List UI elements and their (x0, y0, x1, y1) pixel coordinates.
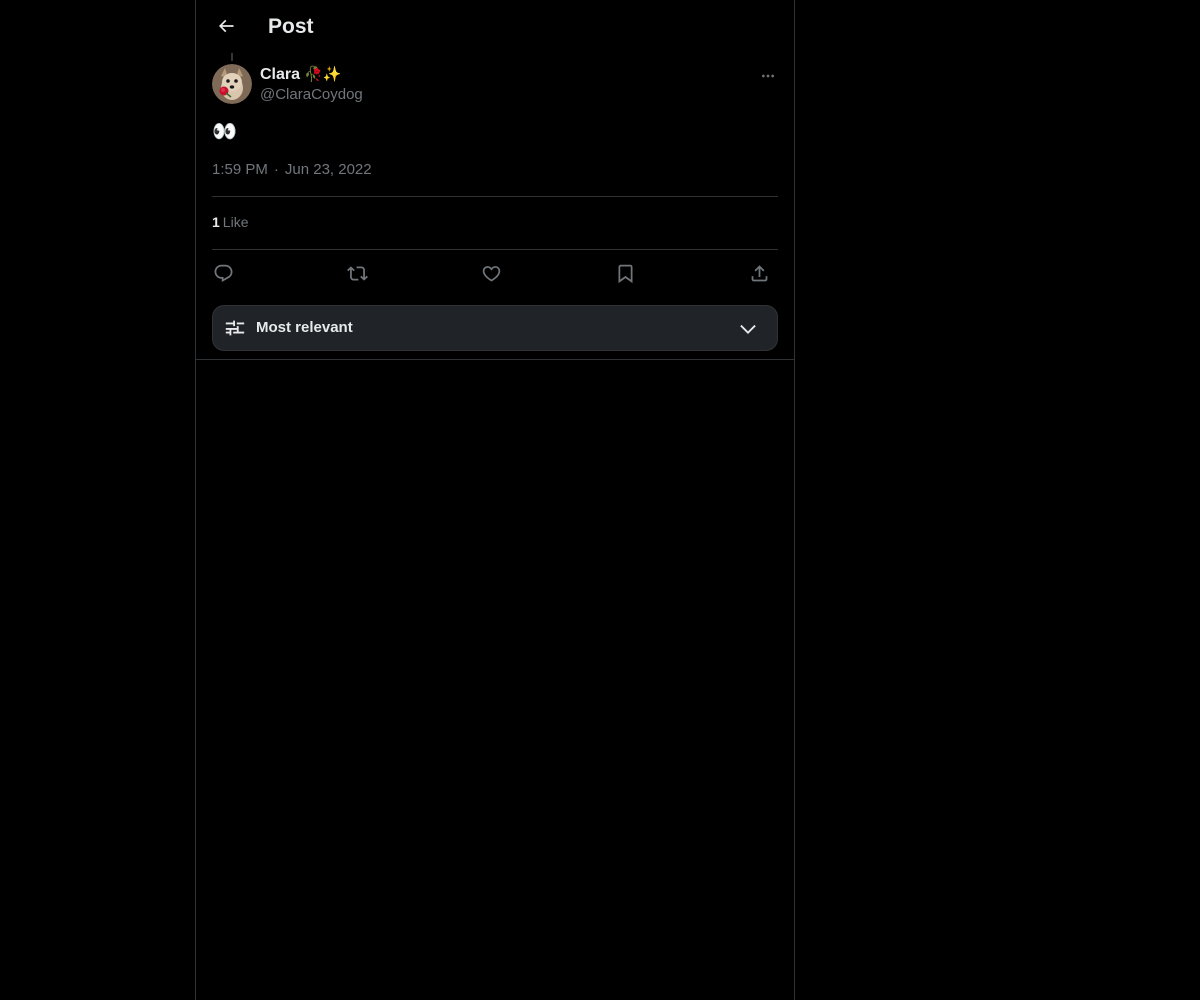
author-name-row: Clara 🥀✨ (260, 64, 341, 86)
thread-line (231, 53, 233, 61)
page-header: Post (196, 0, 794, 53)
likes-stat[interactable]: 1 Like (212, 214, 248, 230)
share-icon (751, 264, 767, 281)
section-divider (196, 359, 794, 360)
heart-icon (482, 265, 500, 282)
like-button[interactable] (476, 258, 506, 288)
post-time[interactable]: 1:59 PM (212, 161, 268, 178)
reply-button[interactable] (208, 258, 238, 288)
reply-icon (214, 264, 232, 282)
chevron-down-icon (737, 318, 759, 340)
author-name-emojis: 🥀✨ (304, 66, 342, 83)
arrow-left-icon (218, 19, 234, 33)
action-bar (212, 258, 778, 288)
repost-button[interactable] (342, 258, 372, 288)
divider-bottom (212, 249, 778, 250)
more-dots-icon (762, 74, 774, 78)
repost-icon (346, 265, 368, 281)
sort-replies-dropdown[interactable]: Most relevant (212, 305, 778, 351)
bookmark-icon (618, 264, 632, 283)
meta-separator: · (273, 161, 279, 178)
avatar[interactable] (212, 64, 252, 104)
post-text: 👀 (212, 121, 237, 143)
author-handle[interactable]: @ClaraCoydog (260, 86, 363, 103)
divider-top (212, 196, 778, 197)
post-meta: 1:59 PM · Jun 23, 2022 (212, 161, 372, 178)
main-column: Post Clara 🥀✨ @ClaraCoydog 👀 1:59 PM · J… (195, 0, 795, 1000)
bookmark-button[interactable] (610, 258, 640, 288)
page-title: Post (268, 15, 314, 38)
sliders-icon (224, 317, 246, 339)
likes-label: Like (222, 214, 249, 230)
author-display-name[interactable]: Clara (260, 66, 300, 84)
share-button[interactable] (744, 258, 774, 288)
likes-count: 1 (212, 214, 220, 230)
sort-label: Most relevant (256, 319, 353, 336)
back-button[interactable] (208, 8, 244, 44)
avatar-dog-icon (212, 64, 252, 104)
post-date[interactable]: Jun 23, 2022 (285, 161, 372, 178)
more-options-button[interactable] (754, 62, 782, 90)
